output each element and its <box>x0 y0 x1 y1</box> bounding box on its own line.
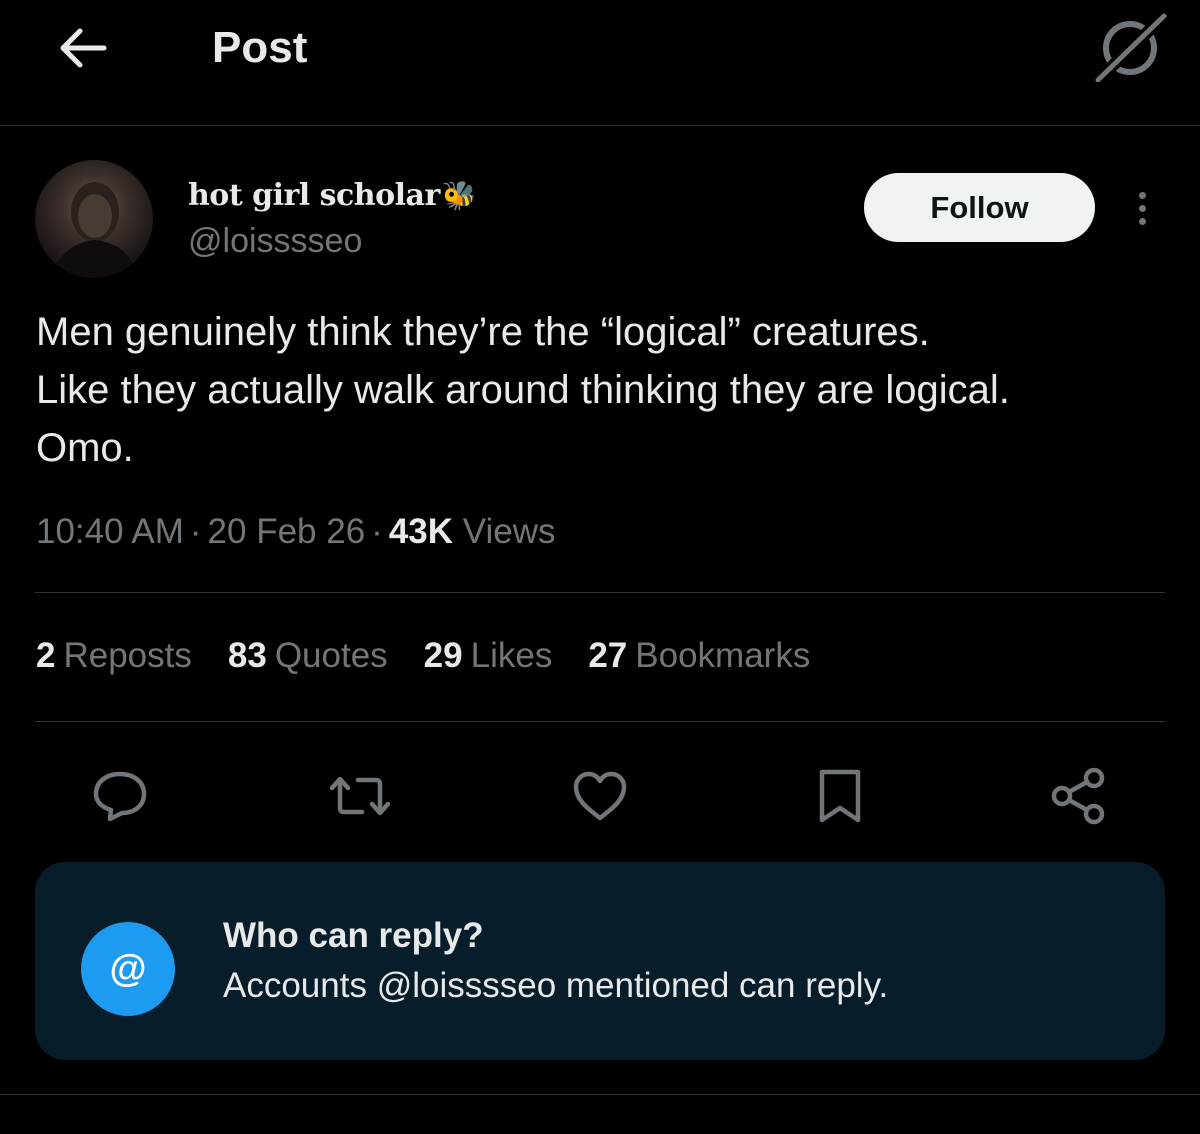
action-bar <box>0 756 1200 836</box>
who-can-reply-description: Accounts @loisssseo mentioned can reply. <box>223 966 889 1005</box>
repost-icon <box>329 776 391 816</box>
back-button[interactable] <box>52 20 112 76</box>
grok-button[interactable] <box>1090 8 1170 84</box>
share-button[interactable] <box>1038 756 1118 836</box>
avatar[interactable] <box>35 160 153 278</box>
stat-count: 83 <box>227 636 267 675</box>
avatar-image <box>53 182 137 278</box>
post-line: Men genuinely think they’re the “logical… <box>36 310 930 354</box>
separator: · <box>371 512 383 551</box>
views-label: Views <box>462 512 556 551</box>
stat-label: Bookmarks <box>635 636 811 675</box>
divider <box>35 721 1165 722</box>
stat-quotes[interactable]: 83 Quotes <box>228 636 388 676</box>
follow-button[interactable]: Follow <box>864 173 1095 242</box>
views-count: 43K <box>388 512 454 551</box>
more-options-button[interactable] <box>1122 184 1162 232</box>
post-date[interactable]: 20 Feb 26 <box>208 512 366 551</box>
top-bar: Post <box>0 0 1200 126</box>
engagement-stats: 2 Reposts 83 Quotes 29 Likes 27 Bookmarks <box>36 636 810 676</box>
share-icon <box>1051 767 1105 825</box>
post-meta: 10:40 AM · 20 Feb 26 · 43K Views <box>36 512 556 552</box>
stat-bookmarks[interactable]: 27 Bookmarks <box>588 636 810 676</box>
like-icon <box>573 771 627 821</box>
repost-button[interactable] <box>320 756 400 836</box>
reply-icon <box>93 771 147 822</box>
who-can-reply-box: @ Who can reply? Accounts @loisssseo men… <box>35 862 1165 1060</box>
user-handle[interactable]: @loisssseo <box>188 222 362 261</box>
stat-label: Quotes <box>274 636 388 675</box>
page-title: Post <box>212 23 308 72</box>
grok-icon <box>1095 13 1167 82</box>
stat-count: 29 <box>423 636 463 675</box>
more-dot-icon <box>1138 191 1146 199</box>
post-line: Omo. <box>36 426 134 470</box>
stat-reposts[interactable]: 2 Reposts <box>36 636 192 676</box>
divider <box>0 1094 1200 1095</box>
mention-icon: @ <box>81 922 175 1016</box>
divider <box>35 592 1165 593</box>
stat-count: 2 <box>36 636 56 675</box>
stat-label: Reposts <box>63 636 192 675</box>
more-dot-icon <box>1138 217 1146 225</box>
bookmark-button[interactable] <box>800 756 880 836</box>
display-name[interactable]: hot girl scholar🐝 <box>188 178 477 213</box>
arrow-left-icon <box>60 28 107 68</box>
like-button[interactable] <box>560 756 640 836</box>
more-dot-icon <box>1138 204 1146 212</box>
stat-count: 27 <box>588 636 628 675</box>
stat-label: Likes <box>470 636 553 675</box>
separator: · <box>189 512 202 551</box>
bookmark-icon <box>819 769 861 823</box>
post-text: Men genuinely think they’re the “logical… <box>36 303 1176 477</box>
who-can-reply-title: Who can reply? <box>223 916 484 955</box>
stat-likes[interactable]: 29 Likes <box>424 636 553 676</box>
bee-emoji: 🐝 <box>441 179 477 212</box>
post-line: Like they actually walk around thinking … <box>36 368 1010 412</box>
reply-button[interactable] <box>80 756 160 836</box>
post-time[interactable]: 10:40 AM <box>36 512 184 551</box>
display-name-text: hot girl scholar <box>188 178 440 213</box>
